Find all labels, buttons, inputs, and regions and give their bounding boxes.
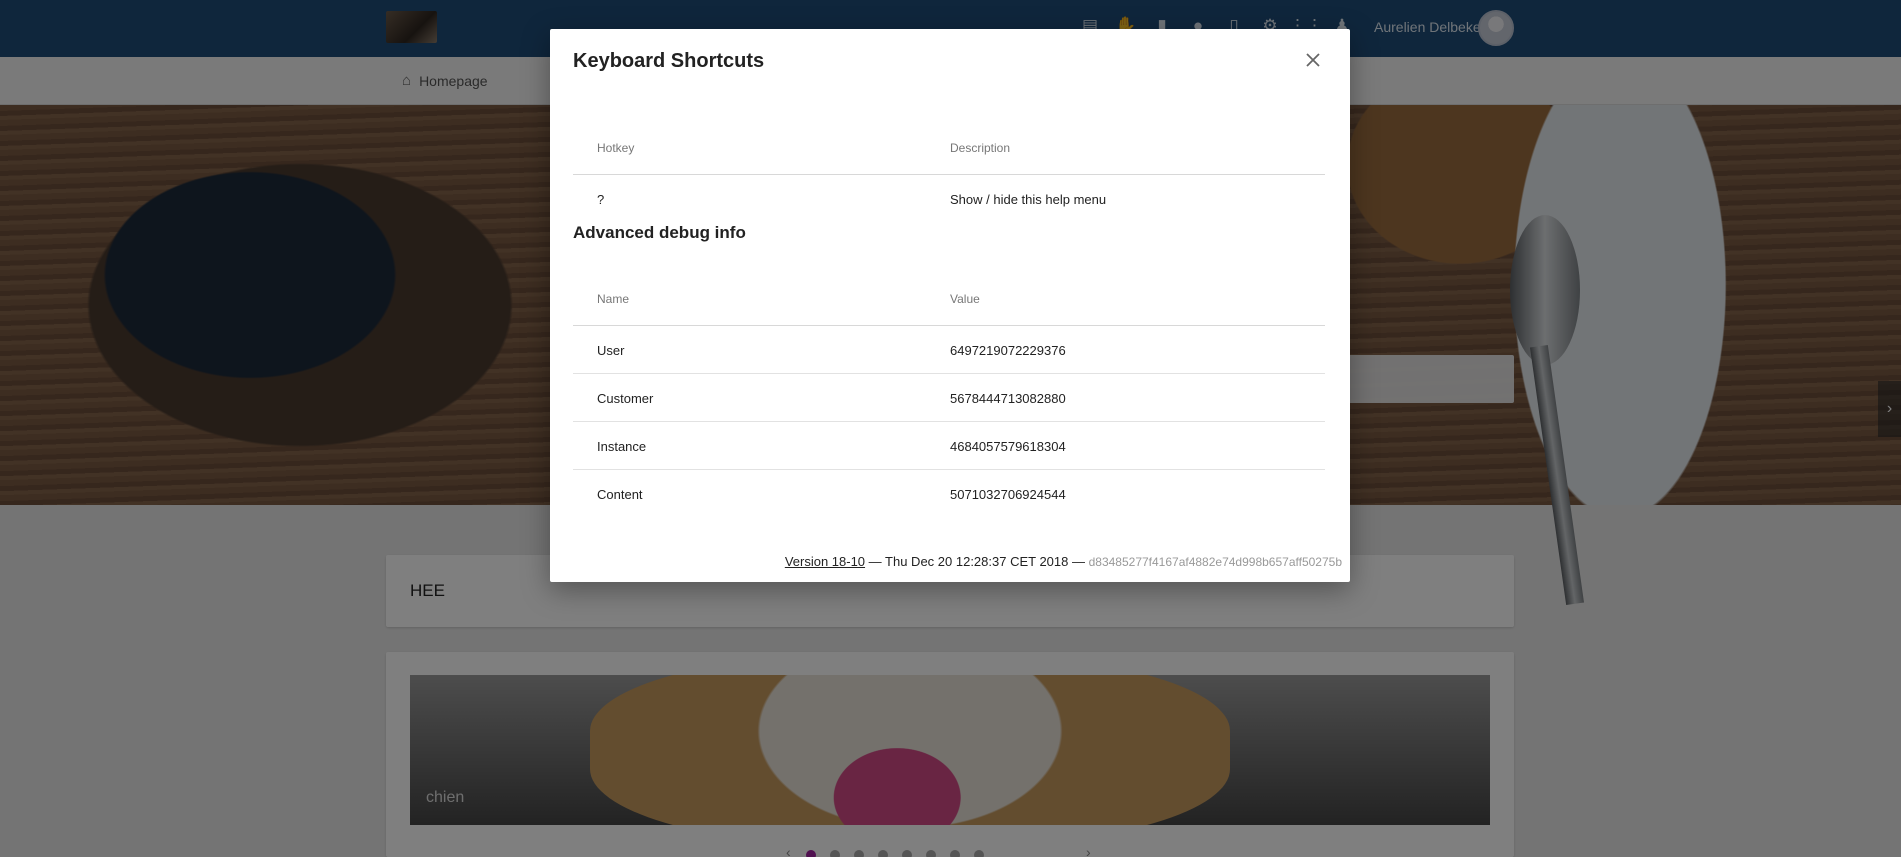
value-cell: 5678444713082880: [950, 391, 1066, 406]
name-cell: Content: [597, 487, 643, 502]
column-header-value: Value: [950, 292, 980, 306]
keyboard-shortcuts-dialog: Keyboard Shortcuts Hotkey Description ? …: [550, 29, 1350, 582]
dialog-title: Keyboard Shortcuts: [573, 50, 765, 72]
hotkey-cell: ?: [597, 192, 605, 207]
close-icon: [1306, 53, 1320, 67]
table-row: ? Show / hide this help menu: [573, 175, 1325, 223]
build-date: Thu Dec 20 12:28:37 CET 2018: [885, 554, 1069, 569]
table-row: Instance 4684057579618304: [573, 422, 1325, 470]
debug-info-table: Name Value User 6497219072229376 Custome…: [573, 241, 1325, 518]
column-header-description: Description: [950, 141, 1011, 155]
name-cell: Instance: [597, 439, 647, 454]
footer-separator: —: [865, 554, 886, 569]
description-cell: Show / hide this help menu: [950, 192, 1107, 207]
table-row: Customer 5678444713082880: [573, 374, 1325, 422]
commit-hash: d83485277f4167af4882e74d998b657aff50275b: [1088, 555, 1342, 569]
table-header: Hotkey Description: [573, 90, 1325, 175]
value-cell: 4684057579618304: [950, 439, 1066, 454]
footer-separator: —: [1068, 554, 1089, 569]
value-cell: 6497219072229376: [950, 343, 1066, 358]
shortcuts-table: Hotkey Description ? Show / hide this he…: [573, 90, 1325, 223]
name-cell: Customer: [597, 391, 654, 406]
value-cell: 5071032706924544: [950, 487, 1066, 502]
table-header: Name Value: [573, 241, 1325, 326]
name-cell: User: [597, 343, 625, 358]
column-header-hotkey: Hotkey: [597, 141, 635, 155]
column-header-name: Name: [597, 292, 630, 306]
table-row: Content 5071032706924544: [573, 470, 1325, 518]
version-footer: Version 18-10 — Thu Dec 20 12:28:37 CET …: [785, 554, 1342, 569]
close-button[interactable]: [1302, 49, 1324, 71]
version-link[interactable]: Version 18-10: [785, 554, 865, 569]
debug-section-title: Advanced debug info: [573, 223, 746, 242]
table-row: User 6497219072229376: [573, 326, 1325, 374]
